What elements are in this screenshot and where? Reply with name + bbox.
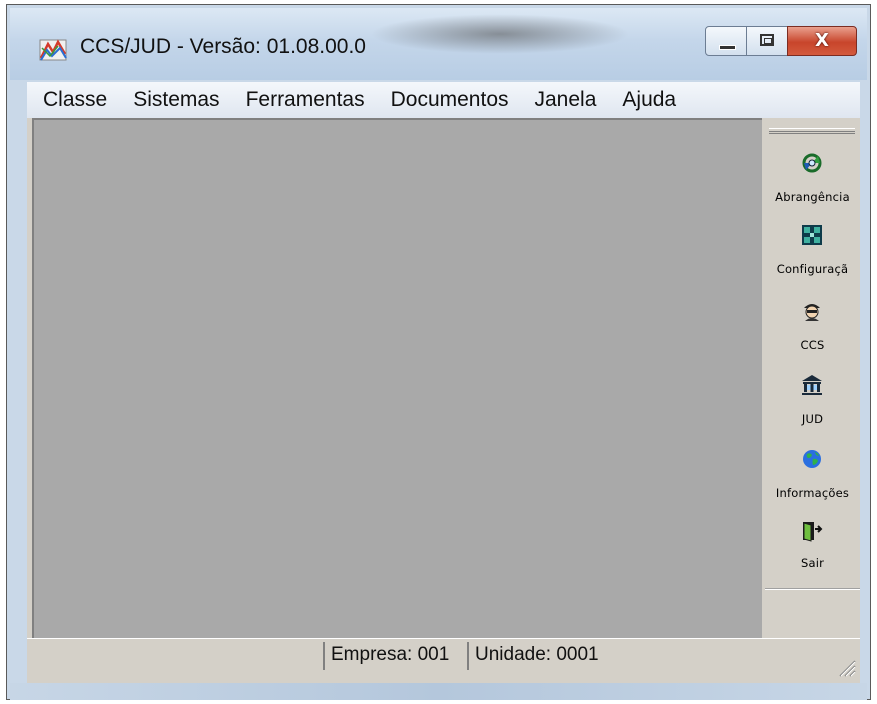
- toolbar-button-jud[interactable]: JUD: [765, 372, 860, 446]
- toolbar-button-ccs[interactable]: CCS: [765, 298, 860, 372]
- window-controls: X: [705, 26, 857, 60]
- toolbar-divider: [765, 588, 860, 590]
- maximize-button[interactable]: [746, 26, 788, 56]
- toolbar-button-informacoes[interactable]: Informações: [765, 446, 860, 520]
- menu-bar: Classe Sistemas Ferramentas Documentos J…: [27, 82, 860, 119]
- menu-item-ajuda[interactable]: Ajuda: [622, 88, 676, 112]
- globe-icon: [803, 450, 821, 468]
- mdi-workspace: [32, 118, 762, 638]
- app-icon: [39, 39, 67, 61]
- window-bottom-border: [10, 683, 867, 700]
- status-bar: Empresa: 001 Unidade: 0001: [27, 638, 860, 679]
- status-empresa: Empresa: 001: [323, 642, 449, 670]
- maximize-icon: [760, 34, 774, 46]
- close-button[interactable]: X: [787, 26, 857, 56]
- courthouse-icon: [802, 375, 822, 395]
- toolbar-button-configuracao[interactable]: Configuraçã: [765, 222, 860, 296]
- agent-face-icon: [804, 304, 820, 321]
- toolbar-grip[interactable]: [769, 128, 855, 134]
- toolbar-button-abrangencia[interactable]: Abrangência: [765, 146, 860, 220]
- toolbar-label: JUD: [801, 412, 824, 426]
- resize-grip-icon[interactable]: [836, 657, 856, 677]
- status-unidade: Unidade: 0001: [467, 642, 599, 670]
- window-title: CCS/JUD - Versão: 01.08.00.0: [80, 35, 366, 58]
- side-toolbar: Abrangência Configuraçã CCS JUD Informaç…: [765, 118, 860, 638]
- title-bar[interactable]: CCS/JUD - Versão: 01.08.00.0 X: [10, 8, 867, 80]
- toolbar-label: Configuraçã: [776, 262, 849, 276]
- minimize-button[interactable]: [705, 26, 747, 56]
- menu-item-ferramentas[interactable]: Ferramentas: [246, 88, 365, 112]
- toolbar-label: Abrangência: [775, 190, 850, 204]
- grid-config-icon: [802, 225, 822, 245]
- menu-item-janela[interactable]: Janela: [535, 88, 597, 112]
- toolbar-button-sair[interactable]: Sair: [765, 518, 860, 592]
- exit-door-icon: [803, 522, 823, 542]
- menu-item-documentos[interactable]: Documentos: [391, 88, 509, 112]
- close-icon: X: [815, 30, 829, 51]
- toolbar-label: Sair: [800, 556, 825, 570]
- toolbar-label: CCS: [800, 338, 825, 352]
- refresh-arrows-icon: [802, 153, 822, 173]
- menu-item-classe[interactable]: Classe: [43, 88, 107, 112]
- menu-item-sistemas[interactable]: Sistemas: [133, 88, 219, 112]
- toolbar-label: Informações: [775, 486, 850, 500]
- minimize-icon: [719, 45, 736, 50]
